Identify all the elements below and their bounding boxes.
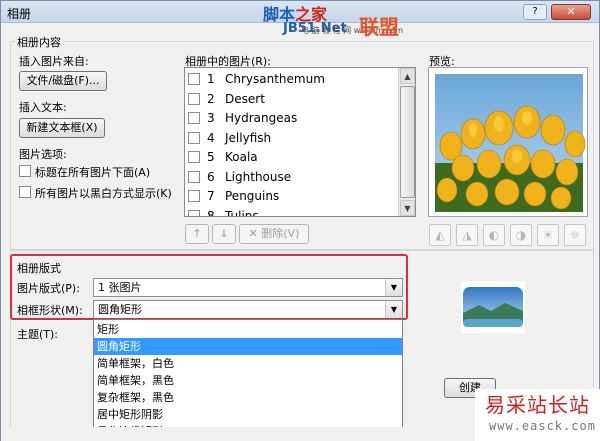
frame-shape-dropdown[interactable]: 矩形 圆角矩形 简单框架，白色 简单框架，黑色 复杂框架，黑色 居中矩形阴影 柔…: [93, 319, 403, 441]
picture-name: Jellyfish: [225, 130, 272, 145]
close-icon[interactable]: ✕: [551, 4, 591, 20]
list-item[interactable]: 6 Lighthouse: [185, 167, 397, 187]
watermark-bottom-url: www.easck.com: [489, 419, 596, 433]
list-item[interactable]: 3 Hydrangeas: [185, 108, 397, 128]
picture-number: 1: [207, 72, 215, 86]
insert-text-label: 插入文本:: [19, 101, 67, 114]
help-icon[interactable]: ?: [523, 4, 547, 20]
captions-option-label: 标题在所有图片下面(A): [35, 166, 151, 179]
tulips-image: [435, 74, 586, 212]
dropdown-option[interactable]: 复杂框架，黑色: [94, 389, 402, 406]
picture-checkbox[interactable]: [188, 190, 200, 202]
picture-name: Desert: [225, 91, 265, 106]
picture-number: 4: [207, 130, 215, 145]
file-disk-button[interactable]: 文件/磁盘(F)...: [19, 71, 107, 91]
picture-number: 7: [207, 189, 215, 203]
album-dialog: 相册 ? ✕ 脚本之家 JB51.Net 电 脑 教 程 网 wordim.co…: [0, 0, 600, 441]
album-content-legend: 相册内容: [15, 34, 63, 50]
insert-from-label: 插入图片来自:: [19, 55, 89, 68]
scroll-thumb[interactable]: [400, 86, 415, 198]
dropdown-option[interactable]: 简单框架，黑色: [94, 372, 402, 389]
scroll-up-icon[interactable]: ▲: [400, 68, 415, 84]
list-item[interactable]: 7 Penguins: [185, 186, 397, 206]
arrow-down-icon[interactable]: ↓: [212, 224, 236, 244]
blackwhite-option-label: 所有图片以黑白方式显示(K): [35, 187, 172, 200]
list-item[interactable]: 1 Chrysanthemum: [185, 69, 397, 89]
rotate-left-icon[interactable]: ◭: [429, 224, 451, 246]
picture-number: 3: [207, 111, 215, 125]
picture-name: Koala: [225, 150, 258, 164]
picture-name: Lighthouse: [225, 169, 292, 184]
dropdown-option[interactable]: 居中矩形阴影: [94, 406, 402, 423]
preview-image: [428, 67, 588, 217]
contrast-up-icon[interactable]: ◐: [483, 224, 505, 246]
picture-name: Chrysanthemum: [225, 72, 325, 86]
layout-preview-thumbnail: [461, 281, 525, 333]
delete-button[interactable]: ✕ 删除(V): [239, 224, 309, 244]
landscape-thumbnail-image: [463, 287, 523, 327]
watermark-bottom-title: 易采站长站: [485, 393, 590, 417]
picture-number: 5: [207, 150, 215, 164]
picture-checkbox[interactable]: [188, 209, 200, 216]
picture-checkbox[interactable]: [188, 112, 200, 124]
picture-name: Hydrangeas: [225, 111, 298, 125]
dropdown-option[interactable]: 简单框架，白色: [94, 355, 402, 372]
captions-checkbox[interactable]: [19, 165, 31, 177]
blackwhite-checkbox[interactable]: [19, 186, 31, 198]
brightness-up-icon[interactable]: ☀: [537, 224, 559, 246]
list-item[interactable]: 4 Jellyfish: [185, 128, 397, 148]
highlight-box: [10, 254, 408, 320]
bottom-strip: [1, 427, 475, 441]
watermark-union: 联盟: [359, 15, 399, 39]
delete-button-label: 删除(V): [261, 227, 300, 240]
rotate-right-icon[interactable]: ◮: [456, 224, 478, 246]
picture-number: 2: [207, 91, 215, 106]
pictures-listbox[interactable]: 1 Chrysanthemum 2 Desert 3 Hydrangeas 4 …: [184, 67, 416, 217]
new-textbox-button[interactable]: 新建文本框(X): [19, 118, 105, 138]
list-item[interactable]: 2 Desert: [185, 89, 397, 109]
list-item[interactable]: 8 Tulips: [185, 206, 397, 217]
picture-checkbox[interactable]: [188, 170, 200, 183]
picture-name: Penguins: [225, 189, 280, 203]
brightness-down-icon[interactable]: ☼: [564, 224, 586, 246]
dropdown-option-selected[interactable]: 圆角矩形: [94, 338, 402, 355]
list-item[interactable]: 5 Koala: [185, 147, 397, 167]
picture-number: 8: [207, 208, 215, 217]
picture-options-label: 图片选项:: [19, 148, 67, 161]
arrow-up-icon[interactable]: ↑: [185, 224, 209, 244]
scroll-down-icon[interactable]: ▼: [400, 200, 415, 216]
list-scrollbar[interactable]: ▲ ▼: [398, 68, 415, 216]
picture-checkbox[interactable]: [188, 92, 200, 105]
picture-number: 6: [207, 169, 215, 184]
watermark-bottom: 易采站长站 www.easck.com: [475, 389, 600, 441]
picture-checkbox[interactable]: [188, 73, 200, 85]
dropdown-option[interactable]: 矩形: [94, 321, 402, 338]
picture-checkbox[interactable]: [188, 151, 200, 163]
contrast-down-icon[interactable]: ◑: [510, 224, 532, 246]
picture-checkbox[interactable]: [188, 131, 200, 144]
window-title: 相册: [7, 7, 32, 21]
picture-name: Tulips: [225, 208, 259, 217]
theme-label: 主题(T):: [17, 328, 59, 341]
